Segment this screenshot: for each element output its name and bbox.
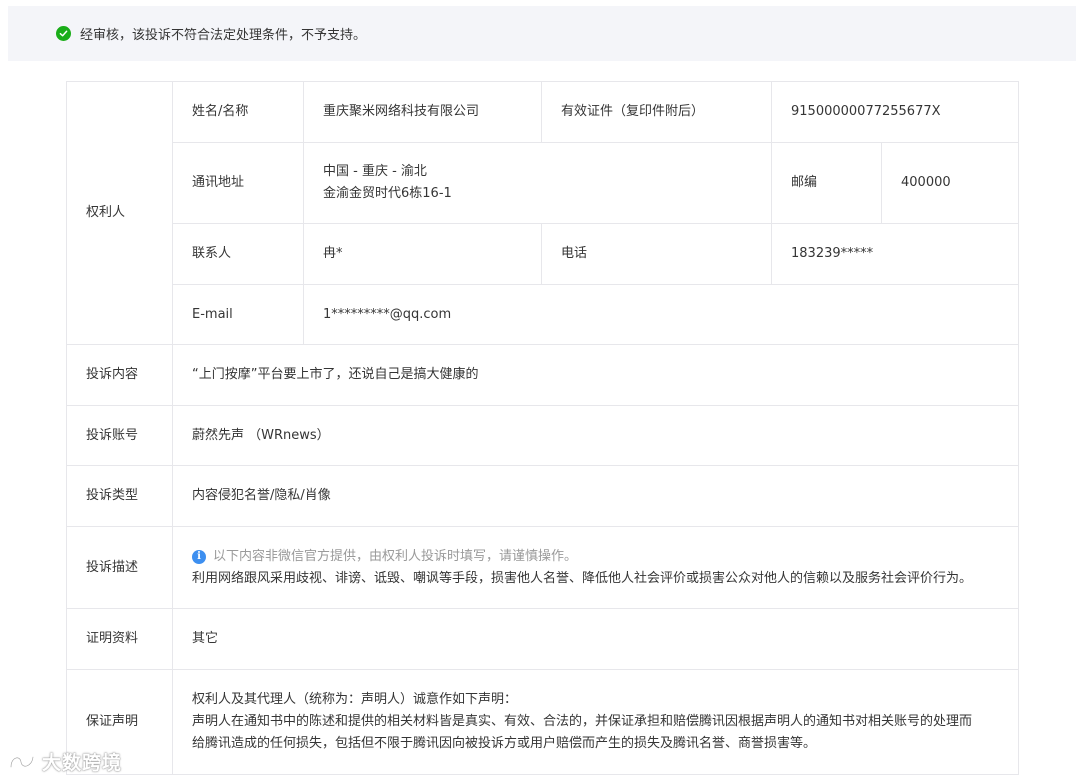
id-doc-value: 91500000077255677X — [770, 81, 1020, 143]
table-row: 联系人 冉* 电话 183239***** — [67, 223, 1020, 285]
name-label: 姓名/名称 — [172, 81, 304, 143]
email-label: E-mail — [172, 284, 304, 345]
table-row: 投诉账号 蔚然先声 （WRnews） — [66, 405, 1020, 466]
guarantee-value: 权利人及其代理人（统称为：声明人）诚意作如下声明： 声明人在通知书中的陈述和提供… — [171, 669, 1020, 775]
desc-text: 利用网络跟风采用歧视、诽谤、诋毁、嘲讽等手段，损害他人名誉、降低他人社会评价或损… — [192, 570, 973, 586]
table-row: 证明资料 其它 — [66, 608, 1020, 670]
complaint-account-label: 投诉账号 — [66, 405, 173, 466]
watermark: 大数跨境 — [8, 748, 122, 775]
review-result-notice: 经审核，该投诉不符合法定处理条件，不予支持。 — [8, 6, 1076, 61]
notice-text: 经审核，该投诉不符合法定处理条件，不予支持。 — [80, 28, 367, 43]
address-value: 中国 - 重庆 - 渝北 金渝金贸时代6栋16-1 — [303, 142, 772, 224]
table-row: 投诉描述 i 以下内容非微信官方提供，由权利人投诉时填写，请谨慎操作。 利用网络… — [66, 526, 1020, 609]
id-doc-label: 有效证件（复印件附后） — [541, 81, 772, 143]
table-row: 保证声明 权利人及其代理人（统称为：声明人）诚意作如下声明： 声明人在通知书中的… — [66, 669, 1020, 775]
postcode-label: 邮编 — [771, 142, 882, 224]
name-value: 重庆聚米网络科技有限公司 — [303, 81, 542, 143]
table-row: 权利人 姓名/名称 重庆聚米网络科技有限公司 有效证件（复印件附后） 91500… — [66, 81, 1020, 345]
evidence-value: 其它 — [171, 608, 1020, 670]
table-row: 投诉内容 “上门按摩”平台要上市了，还说自己是搞大健康的 — [66, 344, 1020, 406]
email-value: 1*********@qq.com — [302, 284, 1020, 345]
complaint-detail-table: 权利人 姓名/名称 重庆聚米网络科技有限公司 有效证件（复印件附后） 91500… — [66, 81, 1020, 775]
evidence-label: 证明资料 — [66, 608, 173, 670]
complaint-desc-value: i 以下内容非微信官方提供，由权利人投诉时填写，请谨慎操作。 利用网络跟风采用歧… — [171, 526, 1020, 609]
desc-notice-text: 以下内容非微信官方提供，由权利人投诉时填写，请谨慎操作。 — [213, 548, 578, 564]
complaint-desc-label: 投诉描述 — [66, 526, 173, 609]
address-label: 通讯地址 — [172, 142, 304, 224]
complaint-content-label: 投诉内容 — [66, 344, 173, 406]
desc-notice: i 以下内容非微信官方提供，由权利人投诉时填写，请谨慎操作。 — [192, 546, 1018, 568]
complaint-type-label: 投诉类型 — [66, 465, 173, 527]
watermark-text: 大数跨境 — [42, 752, 123, 774]
address-line-2: 金渝金贸时代6栋16-1 — [323, 186, 452, 201]
phone-value: 183239***** — [770, 223, 1020, 285]
guarantee-line-1: 权利人及其代理人（统称为：声明人）诚意作如下声明： — [192, 692, 518, 707]
info-circle-icon: i — [192, 549, 206, 564]
postcode-value: 400000 — [880, 142, 1020, 224]
rights-holder-label: 权利人 — [66, 81, 173, 345]
table-row: 投诉类型 内容侵犯名誉/隐私/肖像 — [66, 465, 1020, 527]
contact-label: 联系人 — [172, 223, 304, 285]
address-line-1: 中国 - 重庆 - 渝北 — [323, 164, 427, 179]
phone-label: 电话 — [541, 223, 772, 285]
logo-mark — [9, 755, 35, 768]
table-row: 通讯地址 中国 - 重庆 - 渝北 金渝金贸时代6栋16-1 邮编 400000 — [67, 142, 1020, 224]
contact-value: 冉* — [303, 223, 542, 285]
check-circle-icon — [56, 26, 71, 41]
complaint-account-value: 蔚然先声 （WRnews） — [171, 405, 1020, 466]
complaint-type-value: 内容侵犯名誉/隐私/肖像 — [171, 465, 1020, 527]
guarantee-line-3: 给腾讯造成的任何损失，包括但不限于腾讯因向被投诉方或用户赔偿而产生的损失及腾讯名… — [192, 736, 817, 751]
table-row: E-mail 1*********@qq.com — [67, 284, 1020, 345]
complaint-content-value: “上门按摩”平台要上市了，还说自己是搞大健康的 — [171, 344, 1020, 406]
guarantee-line-2: 声明人在通知书中的陈述和提供的相关材料皆是真实、有效、合法的，并保证承担和赔偿腾… — [192, 714, 973, 729]
